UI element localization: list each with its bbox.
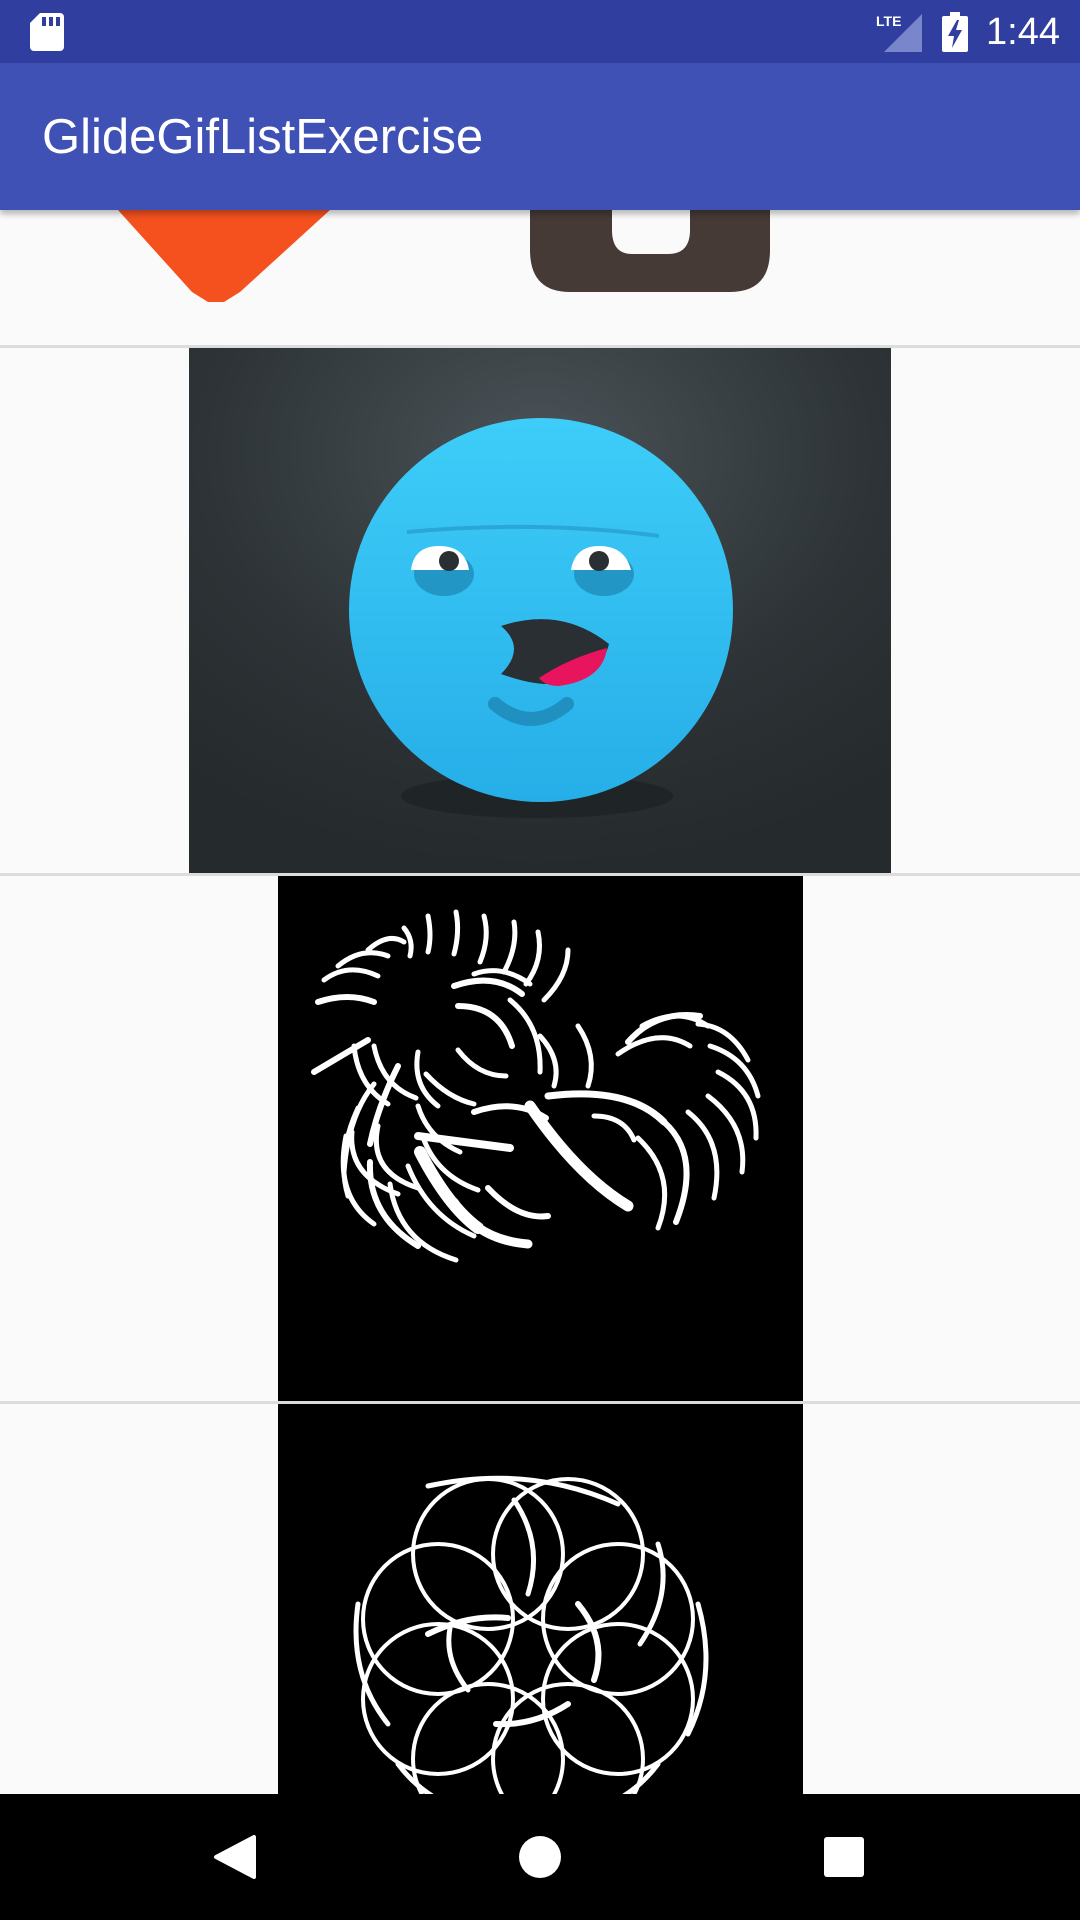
list-item[interactable] (0, 210, 1080, 348)
status-clock: 1:44 (986, 11, 1060, 53)
home-icon (519, 1836, 561, 1878)
gif-image (118, 210, 770, 302)
battery-charging-icon (942, 12, 968, 52)
list-item[interactable] (0, 348, 1080, 876)
back-icon (214, 1835, 256, 1879)
screen: LTE 1:44 GlideGifListExercise (0, 0, 1080, 1920)
app-bar: GlideGifListExercise (0, 63, 1080, 210)
network-label: LTE (876, 13, 901, 29)
gif-image (278, 1404, 803, 1794)
app-title: GlideGifListExercise (42, 110, 484, 164)
gif-image (278, 876, 803, 1401)
lte-signal-icon: LTE (876, 13, 922, 52)
sd-card-icon (30, 13, 64, 51)
recents-icon (824, 1837, 864, 1877)
gif-list[interactable] (0, 210, 1080, 1794)
recents-button[interactable] (774, 1794, 914, 1920)
status-bar: LTE 1:44 (0, 0, 1080, 63)
home-button[interactable] (470, 1794, 610, 1920)
back-button[interactable] (166, 1794, 306, 1920)
gif-image (189, 348, 891, 873)
list-item[interactable] (0, 1404, 1080, 1794)
list-item[interactable] (0, 876, 1080, 1404)
navigation-bar (0, 1794, 1080, 1920)
